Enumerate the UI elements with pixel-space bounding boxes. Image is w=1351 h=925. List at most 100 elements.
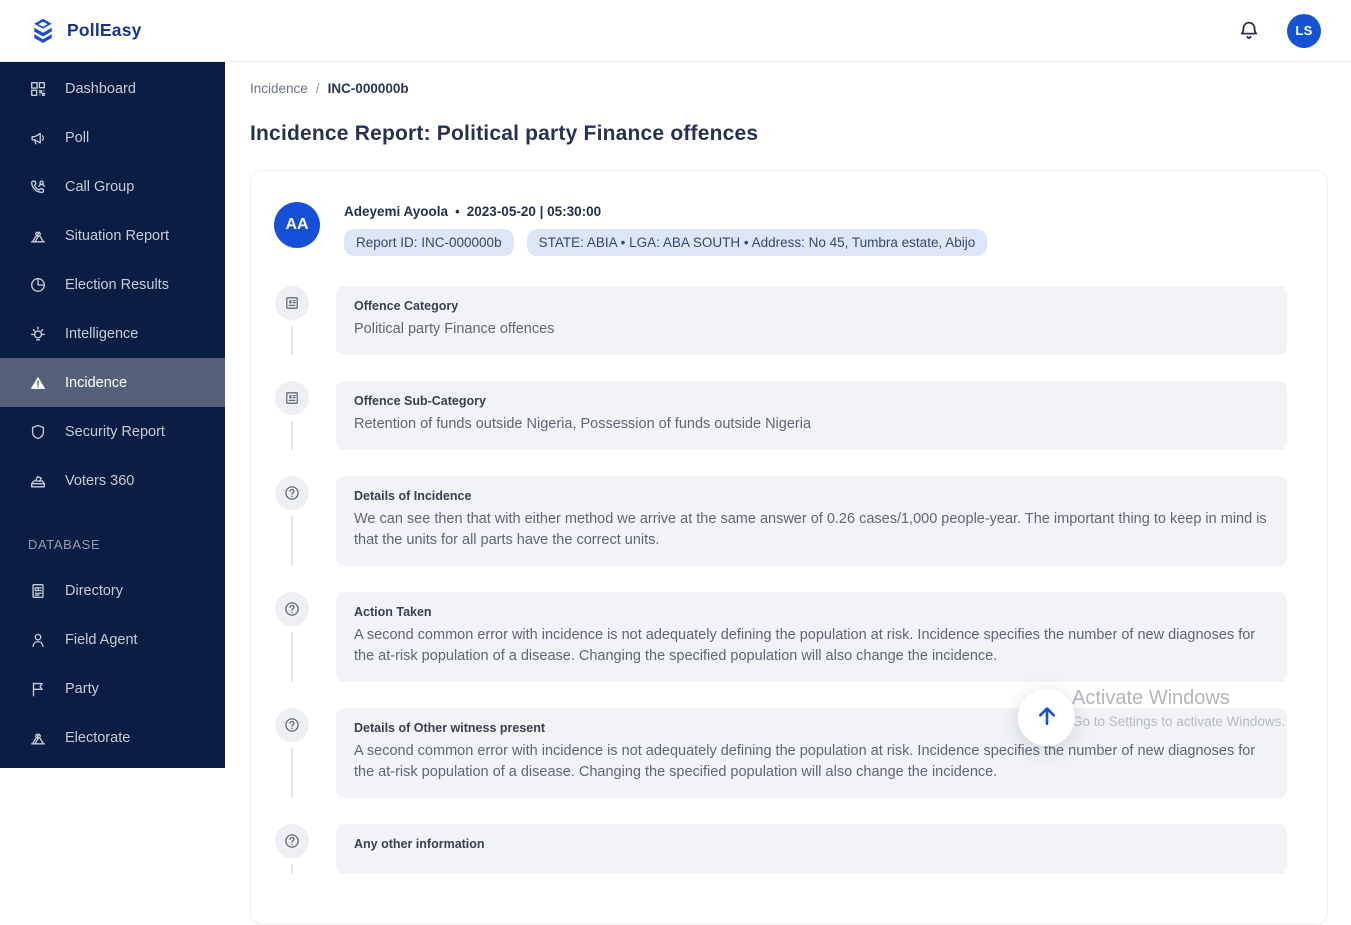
main-content: Incidence / INC-000000b Incidence Report… [225,62,1351,925]
timeline-entry: Any other information [274,824,1287,900]
election-results-icon [28,275,48,295]
poll-icon [28,128,48,148]
timeline-entry: Details of Other witness present A secon… [274,708,1287,824]
polleasy-layers-logo-icon [28,16,58,46]
entry-body: We can see then that with either method … [354,509,1269,551]
entry-body: A second common error with incidence is … [354,741,1269,783]
sidebar-section-database-label: DATABASE [0,537,225,552]
sidebar-item-situation-report[interactable]: Situation Report [0,211,225,260]
sidebar-item-intelligence[interactable]: Intelligence [0,309,225,358]
sidebar-item-label: Electorate [65,730,130,746]
sidebar-item-label: Voters 360 [65,473,134,489]
sidebar-item-poll[interactable]: Poll [0,113,225,162]
question-icon [275,824,309,858]
sidebar-nav-main: Dashboard Poll Call Group Situation Repo… [0,64,225,505]
question-icon [275,592,309,626]
entry-title: Offence Category [354,299,1269,313]
timeline-connector [291,632,293,682]
intelligence-icon [28,324,48,344]
timeline-rail [274,381,310,450]
app-header: PollEasy LS [0,0,1351,62]
sidebar-item-voters-360[interactable]: Voters 360 [0,456,225,505]
question-icon [275,476,309,510]
sidebar-item-label: Dashboard [65,81,136,97]
timeline-rail [274,708,310,798]
sidebar-nav-database: Directory Field Agent Party Electorate [0,566,225,762]
timeline-connector [291,326,293,355]
timeline-entry: Offence Category Political party Finance… [274,286,1287,381]
timeline-entry: Offence Sub-Category Retention of funds … [274,381,1287,476]
timeline-rail [274,592,310,682]
page-title: Incidence Report: Political party Financ… [250,122,1328,146]
entry-title: Any other information [354,837,1269,851]
timeline-rail [274,824,310,874]
report-badges: Report ID: INC-000000b STATE: ABIA • LGA… [344,229,987,256]
entry-body: Retention of funds outside Nigeria, Poss… [354,414,1269,435]
sidebar-item-label: Call Group [65,179,134,195]
meta-separator: • [455,204,460,219]
timeline-connector [291,864,293,874]
sidebar: Dashboard Poll Call Group Situation Repo… [0,62,225,768]
sidebar-item-party[interactable]: Party [0,664,225,713]
electorate-icon [28,728,48,748]
party-icon [28,679,48,699]
sidebar-item-directory[interactable]: Directory [0,566,225,615]
sidebar-item-label: Situation Report [65,228,169,244]
incidence-icon [28,373,48,393]
sidebar-item-field-agent[interactable]: Field Agent [0,615,225,664]
reporter-avatar: AA [274,202,320,248]
scroll-to-top-button[interactable] [1018,689,1075,746]
entry-card: Details of Incidence We can see then tha… [336,476,1287,566]
arrow-up-icon [1034,703,1060,732]
breadcrumb: Incidence / INC-000000b [250,81,1328,96]
user-avatar[interactable]: LS [1287,14,1321,48]
entry-title: Details of Incidence [354,489,1269,503]
timeline-connector [291,421,293,450]
sidebar-item-label: Intelligence [65,326,138,342]
entry-card: Offence Sub-Category Retention of funds … [336,381,1287,450]
question-icon [275,708,309,742]
form-icon [275,381,309,415]
entry-title: Details of Other witness present [354,721,1269,735]
sidebar-item-dashboard[interactable]: Dashboard [0,64,225,113]
notifications-bell-icon[interactable] [1237,19,1261,43]
entry-title: Action Taken [354,605,1269,619]
sidebar-item-label: Poll [65,130,89,146]
sidebar-item-call-group[interactable]: Call Group [0,162,225,211]
entry-body: A second common error with incidence is … [354,625,1269,667]
sidebar-item-security-report[interactable]: Security Report [0,407,225,456]
sidebar-item-label: Party [65,681,99,697]
location-badge: STATE: ABIA • LGA: ABA SOUTH • Address: … [527,229,988,256]
entry-card: Offence Category Political party Finance… [336,286,1287,355]
entry-title: Offence Sub-Category [354,394,1269,408]
entry-card: Details of Other witness present A secon… [336,708,1287,798]
breadcrumb-incidence-link[interactable]: Incidence [250,81,308,96]
report-header: AA Adeyemi Ayoola • 2023-05-20 | 05:30:0… [274,202,1287,256]
sidebar-item-incidence[interactable]: Incidence [0,358,225,407]
report-datetime: 2023-05-20 | 05:30:00 [467,204,601,219]
dashboard-icon [28,79,48,99]
sidebar-item-label: Election Results [65,277,169,293]
entry-body: Political party Finance offences [354,319,1269,340]
report-id-badge: Report ID: INC-000000b [344,229,514,256]
brand-name: PollEasy [67,20,142,41]
reporter-name: Adeyemi Ayoola [344,204,448,219]
breadcrumb-current: INC-000000b [328,81,409,96]
form-icon [275,286,309,320]
report-card: AA Adeyemi Ayoola • 2023-05-20 | 05:30:0… [250,170,1328,925]
breadcrumb-separator: / [316,81,320,96]
entry-card: Any other information [336,824,1287,874]
sidebar-item-election-results[interactable]: Election Results [0,260,225,309]
sidebar-item-label: Security Report [65,424,165,440]
timeline-connector [291,516,293,566]
timeline-connector [291,748,293,798]
security-report-icon [28,422,48,442]
report-meta: Adeyemi Ayoola • 2023-05-20 | 05:30:00 [344,204,987,219]
sidebar-item-label: Directory [65,583,123,599]
timeline-entry: Details of Incidence We can see then tha… [274,476,1287,592]
field-agent-icon [28,630,48,650]
voters-360-icon [28,471,48,491]
sidebar-item-electorate[interactable]: Electorate [0,713,225,762]
sidebar-item-label: Field Agent [65,632,138,648]
app-logo[interactable]: PollEasy [28,16,142,46]
